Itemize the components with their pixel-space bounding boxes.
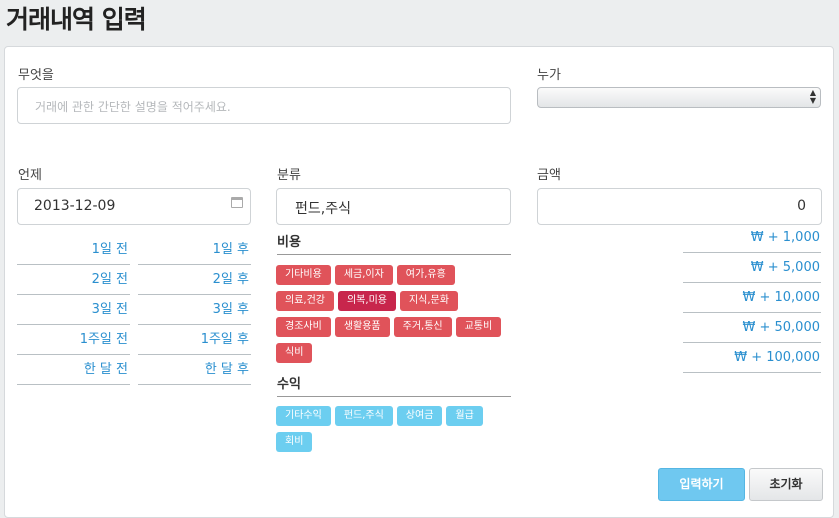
expense-tag[interactable]: 의료,건강 <box>276 291 334 311</box>
date-shortcut-after[interactable]: 2일 후 <box>138 265 251 295</box>
expense-tag[interactable]: 지식,문화 <box>399 291 458 311</box>
reset-button[interactable]: 초기화 <box>749 468 823 501</box>
expense-tag-list: 기타비용 세금,이자 여가,유흥 의료,건강 의복,미용 지식,문화 경조사비 … <box>276 265 516 369</box>
income-tag[interactable]: 회비 <box>276 432 313 452</box>
amount-input-value: 0 <box>797 198 806 214</box>
date-shortcut-after[interactable]: 1주일 후 <box>138 325 251 355</box>
date-input-value: 2013-12-09 <box>34 198 116 214</box>
expense-tag[interactable]: 세금,이자 <box>334 265 393 285</box>
date-shortcut-before[interactable]: 1주일 전 <box>17 325 130 355</box>
expense-tag[interactable]: 기타비용 <box>276 265 331 285</box>
add-amount-button[interactable]: ₩ + 100,000 <box>683 343 821 373</box>
what-label: 무엇을 <box>18 68 54 83</box>
income-tag[interactable]: 상여금 <box>396 406 443 426</box>
income-tag[interactable]: 기타수익 <box>276 406 331 426</box>
date-shortcut-after[interactable]: 1일 후 <box>138 235 251 265</box>
add-amount-button[interactable]: ₩ + 50,000 <box>683 313 821 343</box>
expense-tag[interactable]: 생활용품 <box>334 317 390 337</box>
date-shortcut-before[interactable]: 한 달 전 <box>17 355 130 385</box>
date-input[interactable]: 2013-12-09 <box>17 188 251 225</box>
category-input[interactable]: 펀드,주식 <box>276 188 511 225</box>
income-tag[interactable]: 월급 <box>446 406 483 426</box>
income-tag[interactable]: 펀드,주식 <box>334 406 393 426</box>
income-section-title: 수익 <box>277 373 511 397</box>
expense-tag[interactable]: 식비 <box>276 343 313 363</box>
date-shortcut-after[interactable]: 3일 후 <box>138 295 251 325</box>
income-tag-list: 기타수익 펀드,주식 상여금 월급 회비 <box>276 406 516 458</box>
add-amount-button[interactable]: ₩ + 5,000 <box>683 253 821 283</box>
calendar-icon[interactable] <box>231 197 243 208</box>
submit-button[interactable]: 입력하기 <box>658 468 745 501</box>
amount-input[interactable]: 0 <box>537 188 822 225</box>
date-shortcut-after[interactable]: 한 달 후 <box>138 355 251 385</box>
add-amount-button[interactable]: ₩ + 10,000 <box>683 283 821 313</box>
amount-label: 금액 <box>537 168 561 183</box>
expense-section-title: 비용 <box>277 231 511 255</box>
what-input[interactable]: 거래에 관한 간단한 설명을 적어주세요. <box>17 87 511 124</box>
add-amount-button[interactable]: ₩ + 1,000 <box>683 223 821 253</box>
date-shortcut-before[interactable]: 3일 전 <box>17 295 130 325</box>
who-select[interactable]: ▲ ▼ <box>537 87 821 108</box>
category-input-value: 펀드,주식 <box>295 201 351 217</box>
expense-tag-active[interactable]: 의복,미용 <box>337 291 396 311</box>
who-label: 누가 <box>537 68 561 83</box>
expense-tag[interactable]: 교통비 <box>455 317 502 337</box>
expense-tag[interactable]: 경조사비 <box>276 317 331 337</box>
category-label: 분류 <box>277 168 301 183</box>
expense-tag[interactable]: 여가,유흥 <box>396 265 455 285</box>
updown-arrows-icon: ▲ ▼ <box>809 88 816 105</box>
date-shortcut-before[interactable]: 2일 전 <box>17 265 130 295</box>
expense-tag[interactable]: 주거,통신 <box>393 317 452 337</box>
when-label: 언제 <box>18 168 42 183</box>
page-title: 거래내역 입력 <box>6 5 147 34</box>
date-shortcut-before[interactable]: 1일 전 <box>17 235 130 265</box>
